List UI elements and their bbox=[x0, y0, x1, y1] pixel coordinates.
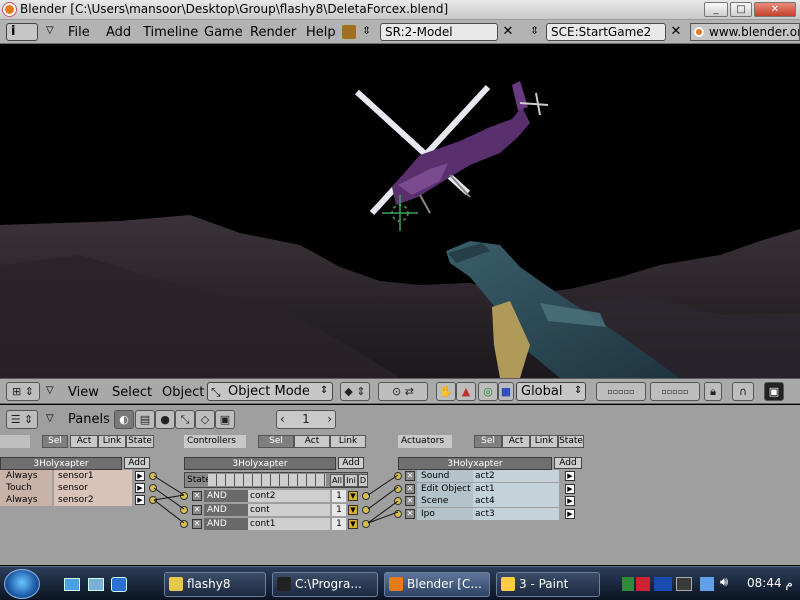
mode-icon: ⤡ bbox=[211, 385, 221, 399]
3d-viewport[interactable] bbox=[0, 45, 800, 378]
dropdown-arrows-icon: ⇕ bbox=[574, 385, 583, 396]
close-icon[interactable]: ✕ bbox=[668, 23, 684, 41]
app-icon bbox=[277, 577, 291, 591]
menu-game[interactable]: Game bbox=[204, 25, 243, 40]
show-desktop-icon[interactable] bbox=[64, 578, 80, 591]
logic-editor: ☰ ⇕ ▽ Panels ◐ ▤ ● ⤡ ◇ ▣ ‹ 1 › Sel Act L… bbox=[0, 405, 800, 565]
maximize-button[interactable]: □ bbox=[730, 2, 752, 17]
tray-k-icon[interactable] bbox=[636, 577, 650, 591]
helicopter bbox=[354, 81, 549, 216]
menu-object[interactable]: Object bbox=[162, 385, 204, 400]
layer-buttons-1[interactable]: ▫▫▫▫▫ bbox=[596, 382, 646, 401]
menu-bar: i ▽ File Add Timeline Game Render Help ⇕… bbox=[0, 20, 800, 44]
taskbar-button-label: 3 - Paint bbox=[519, 577, 569, 591]
taskbar-button[interactable]: C:\Progra... bbox=[272, 572, 378, 597]
title-bar: Blender [C:\Users\mansoor\Desktop\Group\… bbox=[0, 0, 800, 20]
taskbar-button-label: C:\Progra... bbox=[295, 577, 362, 591]
snap-icon[interactable]: ∩ bbox=[732, 382, 754, 401]
draw-type-button[interactable]: ◆ ⇕ bbox=[340, 382, 370, 401]
blender-icon bbox=[694, 27, 704, 37]
pivot-button[interactable]: ⊙ ⇄ bbox=[378, 382, 428, 401]
app-icon bbox=[169, 577, 183, 591]
volume-icon[interactable]: 🔊︎ bbox=[720, 575, 728, 590]
game-scene bbox=[0, 81, 800, 378]
switch-windows-icon[interactable] bbox=[88, 578, 104, 591]
taskbar-button[interactable]: 3 - Paint bbox=[496, 572, 600, 597]
screen-field[interactable]: SR:2-Model bbox=[380, 23, 498, 41]
logic-links bbox=[153, 474, 399, 524]
render-engine-icon[interactable] bbox=[342, 25, 356, 39]
taskbar: flashy8 C:\Progra... Blender [C... 3 - Pain… bbox=[0, 566, 800, 600]
taskbar-button[interactable]: Blender [C... bbox=[384, 572, 490, 597]
globe-icon[interactable]: ◎ bbox=[478, 382, 498, 401]
close-icon[interactable]: ✕ bbox=[500, 23, 516, 41]
app-icon bbox=[501, 577, 515, 591]
tray-monitor-icon[interactable] bbox=[700, 577, 714, 591]
info-icon[interactable]: i bbox=[6, 23, 38, 41]
menu-timeline[interactable]: Timeline bbox=[143, 25, 198, 40]
menu-view[interactable]: View bbox=[68, 385, 99, 400]
dropdown-arrows-icon: ⇕ bbox=[320, 385, 329, 396]
tray-network-icon[interactable] bbox=[676, 577, 692, 591]
hand-icon[interactable]: ✋ bbox=[436, 382, 456, 401]
grid-icon[interactable]: ⊞ ⇕ bbox=[6, 382, 40, 401]
taskbar-button[interactable]: flashy8 bbox=[164, 572, 266, 597]
mode-dropdown[interactable]: Object Mode bbox=[207, 382, 333, 401]
render-preview-icon[interactable]: ▣ bbox=[764, 382, 784, 401]
chevron-down-icon[interactable]: ▽ bbox=[46, 25, 54, 36]
media-player-icon[interactable] bbox=[111, 577, 127, 592]
3d-view-header: ⊞ ⇕ ▽ View Select Object Object Mode ⤡ ⇕… bbox=[0, 378, 800, 404]
start-orb-icon[interactable] bbox=[4, 569, 40, 599]
website-link[interactable]: www.blender.or bbox=[690, 23, 800, 41]
scale-manipulator-icon[interactable]: ■ bbox=[498, 382, 514, 401]
tray-3d-icon[interactable] bbox=[654, 577, 672, 591]
lock-icon[interactable]: 🔒︎ bbox=[704, 382, 722, 401]
menu-render[interactable]: Render bbox=[250, 25, 296, 40]
minimize-button[interactable]: _ bbox=[704, 2, 728, 17]
screen-arrows-icon[interactable]: ⇕ bbox=[362, 24, 371, 37]
menu-add[interactable]: Add bbox=[106, 25, 131, 40]
taskbar-button-label: Blender [C... bbox=[407, 577, 482, 591]
menu-select[interactable]: Select bbox=[112, 385, 152, 400]
window-title: Blender [C:\Users\mansoor\Desktop\Group\… bbox=[20, 2, 449, 16]
tray-app-icon[interactable] bbox=[622, 577, 634, 591]
blender-icon bbox=[3, 3, 16, 16]
menu-help[interactable]: Help bbox=[306, 25, 336, 40]
close-window-button[interactable]: ✕ bbox=[754, 2, 796, 17]
clock[interactable]: 08:44 م bbox=[747, 576, 793, 590]
app-icon bbox=[389, 577, 403, 591]
scene-field[interactable]: SCE:StartGame2 bbox=[546, 23, 666, 41]
rotate-manipulator-icon[interactable]: ▲ bbox=[456, 382, 476, 401]
taskbar-button-label: flashy8 bbox=[187, 577, 231, 591]
scene-arrows-icon[interactable]: ⇕ bbox=[530, 24, 539, 37]
menu-file[interactable]: File bbox=[68, 25, 90, 40]
chevron-down-icon[interactable]: ▽ bbox=[46, 385, 54, 396]
layer-buttons-2[interactable]: ▫▫▫▫▫ bbox=[650, 382, 700, 401]
